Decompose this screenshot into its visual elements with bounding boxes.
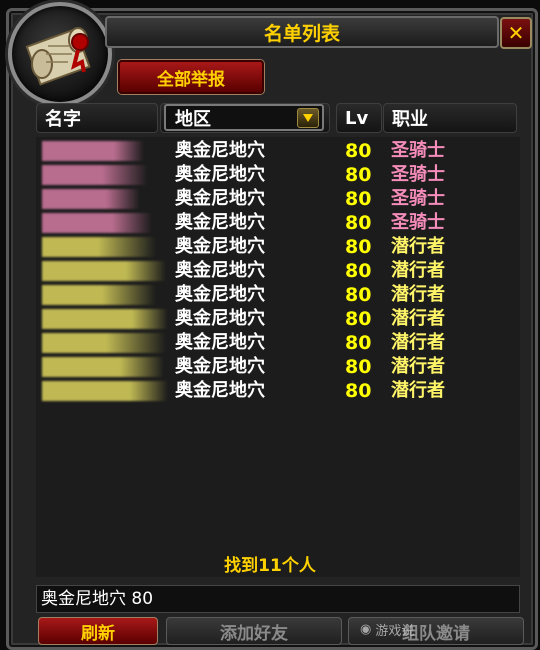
list-row[interactable]: 奥金尼地穴 80 潜行者	[36, 235, 520, 259]
report-all-button[interactable]: 全部举报	[118, 60, 264, 94]
player-name-redacted	[42, 213, 152, 233]
player-name-redacted	[42, 333, 166, 353]
row-level: 80	[345, 260, 372, 282]
row-class: 潜行者	[391, 332, 445, 353]
column-header-name[interactable]: 名字	[36, 103, 158, 133]
list-row[interactable]: 奥金尼地穴 80 圣骑士	[36, 139, 520, 163]
player-name-redacted	[42, 309, 168, 329]
row-level: 80	[345, 140, 372, 162]
player-name-redacted	[42, 261, 166, 281]
player-name-redacted	[42, 237, 156, 257]
row-class: 圣骑士	[391, 188, 445, 209]
row-level: 80	[345, 164, 372, 186]
close-button[interactable]: ✕	[500, 17, 532, 49]
zone-dropdown[interactable]: 地区	[164, 104, 324, 131]
row-class: 潜行者	[391, 380, 445, 401]
row-zone: 奥金尼地穴	[175, 332, 265, 353]
row-zone: 奥金尼地穴	[175, 260, 265, 281]
row-level: 80	[345, 332, 372, 354]
list-row[interactable]: 奥金尼地穴 80 圣骑士	[36, 187, 520, 211]
list-row[interactable]: 奥金尼地穴 80 潜行者	[36, 259, 520, 283]
close-icon: ✕	[507, 21, 525, 45]
list-row[interactable]: 奥金尼地穴 80 圣骑士	[36, 211, 520, 235]
add-friend-button[interactable]: 添加好友	[166, 617, 342, 645]
player-name-redacted	[42, 381, 168, 401]
row-zone: 奥金尼地穴	[175, 236, 265, 257]
column-header-class-label: 职业	[392, 109, 428, 130]
row-class: 潜行者	[391, 236, 445, 257]
list-row[interactable]: 奥金尼地穴 80 潜行者	[36, 379, 520, 403]
row-zone: 奥金尼地穴	[175, 380, 265, 401]
row-level: 80	[345, 356, 372, 378]
list-row[interactable]: 奥金尼地穴 80 潜行者	[36, 331, 520, 355]
row-class: 潜行者	[391, 284, 445, 305]
row-zone: 奥金尼地穴	[175, 212, 265, 233]
row-class: 潜行者	[391, 356, 445, 377]
row-level: 80	[345, 212, 372, 234]
player-list: 奥金尼地穴 80 圣骑士 奥金尼地穴 80 圣骑士 奥金尼地穴 80 圣骑士 奥金尼地穴 80 圣骑士…	[36, 137, 520, 577]
chevron-down-icon[interactable]	[297, 108, 319, 128]
player-name-redacted	[42, 141, 144, 161]
list-row[interactable]: 奥金尼地穴 80 潜行者	[36, 283, 520, 307]
column-header-class[interactable]: 职业	[383, 103, 517, 133]
list-row[interactable]: 奥金尼地穴 80 潜行者	[36, 355, 520, 379]
row-zone: 奥金尼地穴	[175, 164, 265, 185]
player-name-redacted	[42, 189, 140, 209]
row-zone: 奥金尼地穴	[175, 356, 265, 377]
row-class: 圣骑士	[391, 164, 445, 185]
player-name-redacted	[42, 285, 156, 305]
row-zone: 奥金尼地穴	[175, 308, 265, 329]
column-header-level[interactable]: Lv	[336, 103, 382, 133]
watermark-text: 游戏说	[375, 624, 415, 639]
scroll-icon	[25, 27, 91, 86]
who-search-input[interactable]: 奥金尼地穴 80	[36, 585, 520, 613]
list-row[interactable]: 奥金尼地穴 80 圣骑士	[36, 163, 520, 187]
row-level: 80	[345, 236, 372, 258]
portrait-frame	[8, 2, 112, 106]
zone-dropdown-value: 地区	[175, 108, 211, 130]
row-level: 80	[345, 380, 372, 402]
list-row[interactable]: 奥金尼地穴 80 潜行者	[36, 307, 520, 331]
row-class: 潜行者	[391, 308, 445, 329]
watermark-icon: ◉	[360, 622, 372, 637]
window-title: 名单列表	[105, 16, 499, 48]
column-header-name-label: 名字	[45, 109, 81, 130]
refresh-button[interactable]: 刷新	[38, 617, 158, 645]
player-name-redacted	[42, 165, 148, 185]
row-level: 80	[345, 188, 372, 210]
row-level: 80	[345, 308, 372, 330]
watermark: ◉ 游戏说	[360, 620, 414, 639]
row-class: 圣骑士	[391, 212, 445, 233]
row-level: 80	[345, 284, 372, 306]
row-class: 圣骑士	[391, 140, 445, 161]
row-zone: 奥金尼地穴	[175, 188, 265, 209]
results-count: 找到11个人	[224, 556, 316, 576]
column-header-level-label: Lv	[345, 107, 369, 129]
row-zone: 奥金尼地穴	[175, 140, 265, 161]
player-name-redacted	[42, 357, 164, 377]
row-class: 潜行者	[391, 260, 445, 281]
row-zone: 奥金尼地穴	[175, 284, 265, 305]
